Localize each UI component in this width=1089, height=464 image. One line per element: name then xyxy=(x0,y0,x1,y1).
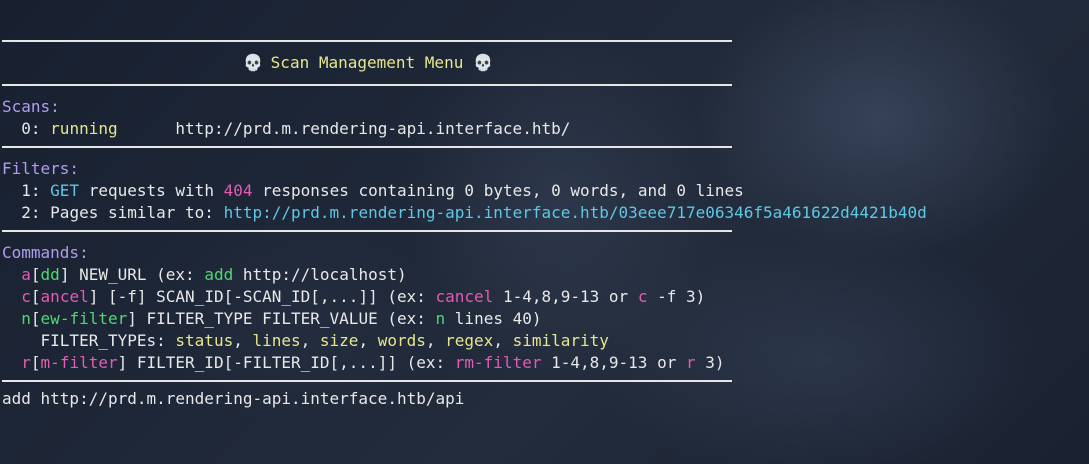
command-args: NEW_URL (ex: xyxy=(79,265,195,284)
filter-row: 2: Pages similar to: http://prd.m.render… xyxy=(2,202,927,224)
command-rest: ancel xyxy=(40,287,89,306)
filter-type: lines xyxy=(252,331,301,350)
command-rm-filter: r[m-filter] FILTER_ID[-FILTER_ID[,...]] … xyxy=(21,353,725,372)
filter-url: http://prd.m.rendering-api.interface.htb… xyxy=(223,203,927,222)
command-key: n xyxy=(21,309,31,328)
filter-type: words xyxy=(377,331,426,350)
menu-title-text: Scan Management Menu xyxy=(270,53,464,72)
command-cancel: c[ancel] [-f] SCAN_ID[-SCAN_ID[,...]] (e… xyxy=(21,287,706,306)
filter-method: GET xyxy=(50,181,80,200)
filter-types-row: FILTER_TYPEs: status, lines, size, words… xyxy=(40,331,609,350)
filter-text: responses containing 0 bytes, 0 words, a… xyxy=(262,181,744,200)
scan-row: 0: running http://prd.m.rendering-api.in… xyxy=(2,118,732,140)
example-command: add xyxy=(204,265,234,284)
filter-type: size xyxy=(319,331,359,350)
filter-status-code: 404 xyxy=(223,181,253,200)
scans-heading: Scans: xyxy=(2,97,60,116)
skull-icon: 💀 xyxy=(472,53,493,72)
filter-text: requests with xyxy=(88,181,214,200)
command-new-filter: n[ew-filter] FILTER_TYPE FILTER_VALUE (e… xyxy=(21,309,542,328)
example-args: lines 40) xyxy=(454,309,542,328)
command-args: FILTER_ID[-FILTER_ID[,...]] (ex: xyxy=(136,353,446,372)
filter-type: regex xyxy=(445,331,494,350)
commands-heading: Commands: xyxy=(2,243,89,262)
filter-index: 2: xyxy=(21,203,41,222)
example-tail: 3) xyxy=(705,353,725,372)
command-args: [-f] SCAN_ID[-SCAN_ID[,...]] (ex: xyxy=(107,287,426,306)
command-input[interactable]: add http://prd.m.rendering-api.interface… xyxy=(2,388,732,410)
filter-text: Pages similar to: xyxy=(50,203,214,222)
command-args: FILTER_TYPE FILTER_VALUE (ex: xyxy=(146,309,426,328)
filter-row: 1: GET requests with 404 responses conta… xyxy=(2,180,744,202)
filters-heading: Filters: xyxy=(2,159,80,178)
command-rest: ew-filter xyxy=(40,309,128,328)
menu-title: 💀 Scan Management Menu 💀 xyxy=(2,52,732,74)
example-args: http://localhost) xyxy=(242,265,407,284)
scan-index: 0: xyxy=(21,119,41,138)
example-short: c xyxy=(637,287,648,306)
command-rest: m-filter xyxy=(40,353,118,372)
command-rest: dd xyxy=(40,265,60,284)
command-add: a[dd] NEW_URL (ex: add http://localhost) xyxy=(21,265,407,284)
scan-url: http://prd.m.rendering-api.interface.htb… xyxy=(175,119,571,138)
skull-icon: 💀 xyxy=(243,53,263,72)
filter-type: status xyxy=(175,331,234,350)
filter-type: similarity xyxy=(512,331,609,350)
terminal-output: 💀 Scan Management Menu 💀 Scans: 0: runni… xyxy=(2,40,927,410)
example-command: rm-filter xyxy=(454,353,542,372)
example-short: r xyxy=(685,353,696,372)
example-command: cancel xyxy=(435,287,494,306)
divider xyxy=(2,40,732,42)
filter-index: 1: xyxy=(21,181,41,200)
scan-status: running xyxy=(50,119,118,138)
command-key: c xyxy=(21,287,31,306)
example-args: 1-4,8,9-13 or xyxy=(502,287,629,306)
example-tail: -f 3) xyxy=(657,287,706,306)
example-command: n xyxy=(435,309,446,328)
command-key: a xyxy=(21,265,31,284)
command-key: r xyxy=(21,353,31,372)
example-args: 1-4,8,9-13 or xyxy=(551,353,677,372)
filter-types-label: FILTER_TYPEs: xyxy=(40,331,166,350)
